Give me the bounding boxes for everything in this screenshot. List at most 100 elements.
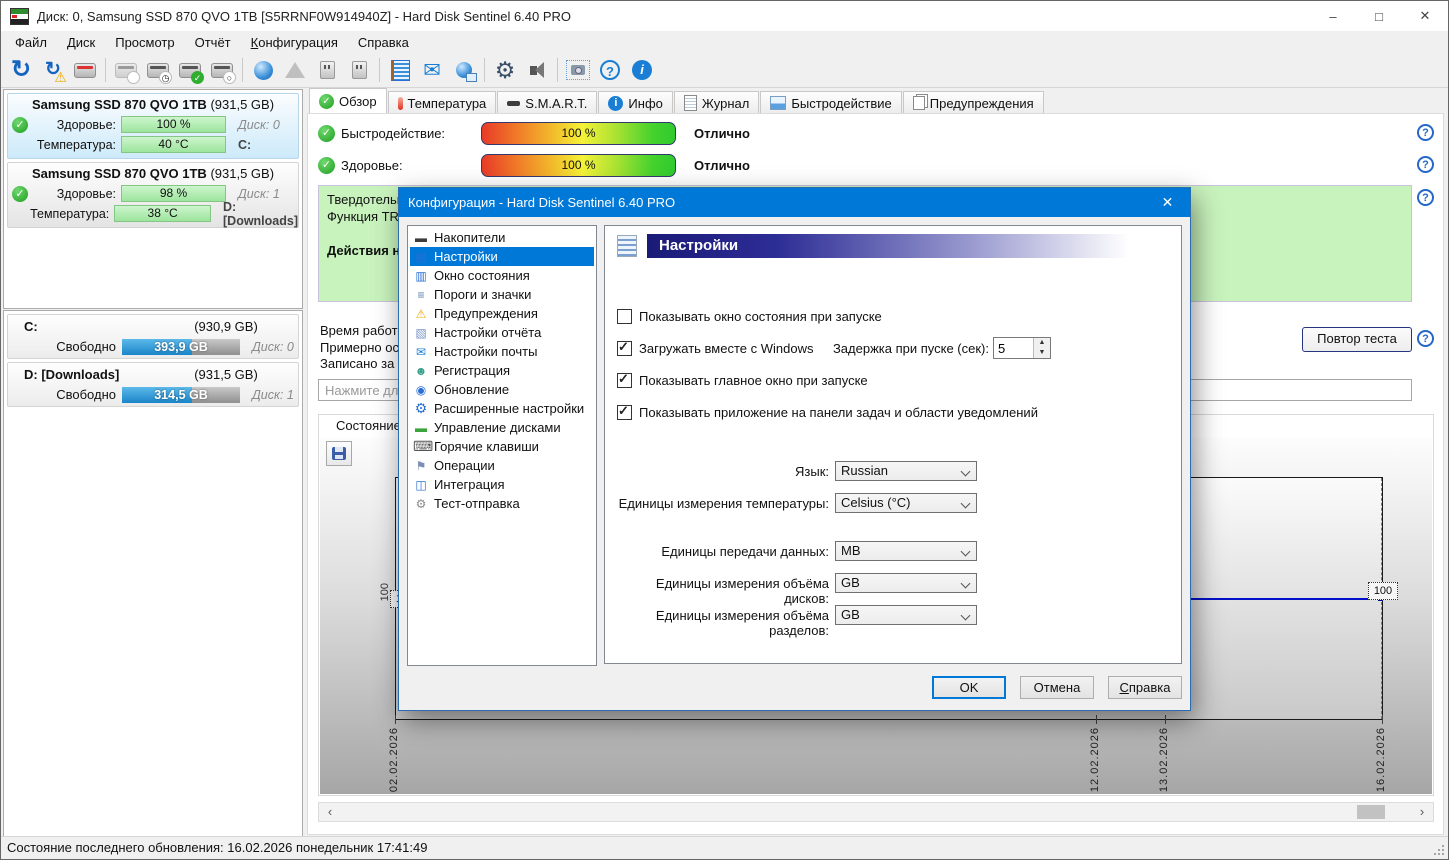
disk-ok-icon[interactable]: ✓ (175, 56, 205, 84)
menu-disk[interactable]: Диск (57, 33, 105, 52)
scrollbar-thumb[interactable] (1357, 805, 1385, 819)
performance-gradient-bar: 100 % (481, 122, 676, 145)
preferences-header: Настройки (647, 234, 1171, 258)
nav-item-alerts[interactable]: Предупреждения (410, 304, 594, 323)
flag-icon (413, 458, 429, 474)
raid-icon[interactable] (280, 56, 310, 84)
cancel-button[interactable]: Отмена (1020, 676, 1094, 699)
nav-item-update[interactable]: Обновление (410, 380, 594, 399)
checkbox-row-taskbar-tray[interactable]: Показывать приложение на панели задач и … (617, 404, 1038, 421)
mail-icon[interactable]: ✉ (417, 56, 447, 84)
nav-item-test-send[interactable]: Тест-отправка (410, 494, 594, 513)
checkbox-row-start-with-windows[interactable]: Загружать вместе с Windows (617, 340, 813, 357)
partition-size: (931,5 GB) (154, 367, 298, 382)
nav-item-mail-settings[interactable]: Настройки почты (410, 342, 594, 361)
nav-item-integration[interactable]: Интеграция (410, 475, 594, 494)
spinner-down-arrow[interactable]: ▼ (1034, 348, 1050, 358)
startup-delay-spinner[interactable]: ▲ ▼ (993, 337, 1051, 359)
about-icon[interactable]: i (627, 56, 657, 84)
dialog-nav-list: Накопители Настройки Окно состояния Поро… (407, 225, 597, 666)
help-icon[interactable]: ? (595, 56, 625, 84)
tab-log[interactable]: Журнал (674, 91, 759, 114)
chart-icon (770, 96, 786, 110)
disk-search-icon[interactable]: ○ (207, 56, 237, 84)
report-icon[interactable] (385, 56, 415, 84)
checkbox[interactable] (617, 341, 632, 356)
settings-gear-icon[interactable]: ⚙ (490, 56, 520, 84)
textbox-help-icon[interactable]: ? (1417, 189, 1434, 206)
tab-smart[interactable]: S.M.A.R.T. (497, 91, 597, 114)
apm-icon[interactable] (344, 56, 374, 84)
chart-horizontal-scrollbar[interactable]: ‹ › (318, 802, 1434, 822)
startup-delay-input[interactable] (994, 338, 1032, 358)
nav-item-operations[interactable]: Операции (410, 456, 594, 475)
disk-index: Диск: 0 (226, 118, 298, 132)
tab-overview[interactable]: ✓Обзор (309, 88, 387, 114)
checkbox[interactable] (617, 405, 632, 420)
network-disk-icon[interactable] (248, 56, 278, 84)
disk-size-unit-select[interactable]: GB (835, 573, 977, 593)
nav-item-preferences[interactable]: Настройки (410, 247, 594, 266)
transfer-unit-select[interactable]: MB (835, 541, 977, 561)
menu-help[interactable]: Справка (348, 33, 419, 52)
tab-alerts[interactable]: Предупреждения (903, 91, 1044, 114)
temperature-unit-select[interactable]: Celsius (°C) (835, 493, 977, 513)
nav-item-status-window[interactable]: Окно состояния (410, 266, 594, 285)
save-chart-button[interactable] (326, 441, 352, 466)
disk-clock-icon[interactable]: ◷ (143, 56, 173, 84)
scroll-right-arrow[interactable]: › (1413, 803, 1431, 821)
tab-temperature[interactable]: Температура (388, 91, 497, 114)
nav-item-hotkeys[interactable]: Горячие клавиши (410, 437, 594, 456)
checkbox-row-show-main-window[interactable]: Показывать главное окно при запуске (617, 372, 868, 389)
disk-status-icon[interactable] (70, 56, 100, 84)
retest-button[interactable]: Повтор теста (1302, 327, 1412, 352)
menu-view[interactable]: Просмотр (105, 33, 184, 52)
maximize-button[interactable]: □ (1356, 1, 1402, 31)
spinner-up-arrow[interactable]: ▲ (1034, 338, 1050, 348)
nav-item-disk-control[interactable]: Управление дисками (410, 418, 594, 437)
checkbox[interactable] (617, 309, 632, 324)
disk-index: Диск: 1 (226, 187, 298, 201)
disk-card-1[interactable]: Samsung SSD 870 QVO 1TB (931,5 GB) ✓ Здо… (7, 162, 299, 228)
resize-grip[interactable] (1442, 853, 1444, 855)
ok-button[interactable]: OK (932, 676, 1006, 699)
tab-info[interactable]: iИнфо (598, 91, 672, 114)
sounds-icon[interactable] (522, 56, 552, 84)
configuration-dialog: Конфигурация - Hard Disk Sentinel 6.40 P… (398, 187, 1191, 711)
screenshot-icon[interactable] (563, 56, 593, 84)
dialog-title-bar[interactable]: Конфигурация - Hard Disk Sentinel 6.40 P… (399, 188, 1190, 217)
tab-bar: ✓Обзор Температура S.M.A.R.T. iИнфо Журн… (309, 89, 1045, 114)
checkbox-row-status-window[interactable]: Показывать окно состояния при запуске (617, 308, 882, 325)
nav-item-report-settings[interactable]: Настройки отчёта (410, 323, 594, 342)
menu-file[interactable]: Файл (5, 33, 57, 52)
dialog-help-button[interactable]: Справка (1108, 676, 1182, 699)
network-icon[interactable] (449, 56, 479, 84)
acoustic-icon[interactable] (312, 56, 342, 84)
nav-item-drives[interactable]: Накопители (410, 228, 594, 247)
menu-report[interactable]: Отчёт (185, 33, 241, 52)
partition-card-c[interactable]: C: (930,9 GB) Свободно 393,9 GB Диск: 0 (7, 314, 299, 359)
language-select[interactable]: Russian (835, 461, 977, 481)
transfer-unit-label: Единицы передачи данных: (609, 544, 829, 559)
retest-help-icon[interactable]: ? (1417, 330, 1434, 347)
scroll-left-arrow[interactable]: ‹ (321, 803, 339, 821)
performance-help-icon[interactable]: ? (1417, 124, 1434, 141)
tab-performance[interactable]: Быстродействие (760, 91, 901, 114)
partition-size-unit-select[interactable]: GB (835, 605, 977, 625)
checkbox[interactable] (617, 373, 632, 388)
x-axis-date-label: 02.02.2026 (388, 727, 400, 792)
close-button[interactable]: ✕ (1402, 1, 1448, 31)
disk-card-0[interactable]: Samsung SSD 870 QVO 1TB (931,5 GB) ✓ Здо… (7, 93, 299, 159)
refresh-warning-icon[interactable]: ↻⚠ (38, 56, 68, 84)
gear-icon (413, 400, 429, 417)
menu-configuration[interactable]: Конфигурация (241, 33, 348, 52)
disk-remote-icon[interactable] (111, 56, 141, 84)
health-help-icon[interactable]: ? (1417, 156, 1434, 173)
nav-item-registration[interactable]: Регистрация (410, 361, 594, 380)
nav-item-thresholds[interactable]: Пороги и значки (410, 285, 594, 304)
minimize-button[interactable]: – (1310, 1, 1356, 31)
dialog-close-button[interactable]: ✕ (1145, 188, 1190, 217)
refresh-icon[interactable]: ↻ (6, 56, 36, 84)
partition-card-d[interactable]: D: [Downloads] (931,5 GB) Свободно 314,5… (7, 362, 299, 407)
nav-item-advanced[interactable]: Расширенные настройки (410, 399, 594, 418)
